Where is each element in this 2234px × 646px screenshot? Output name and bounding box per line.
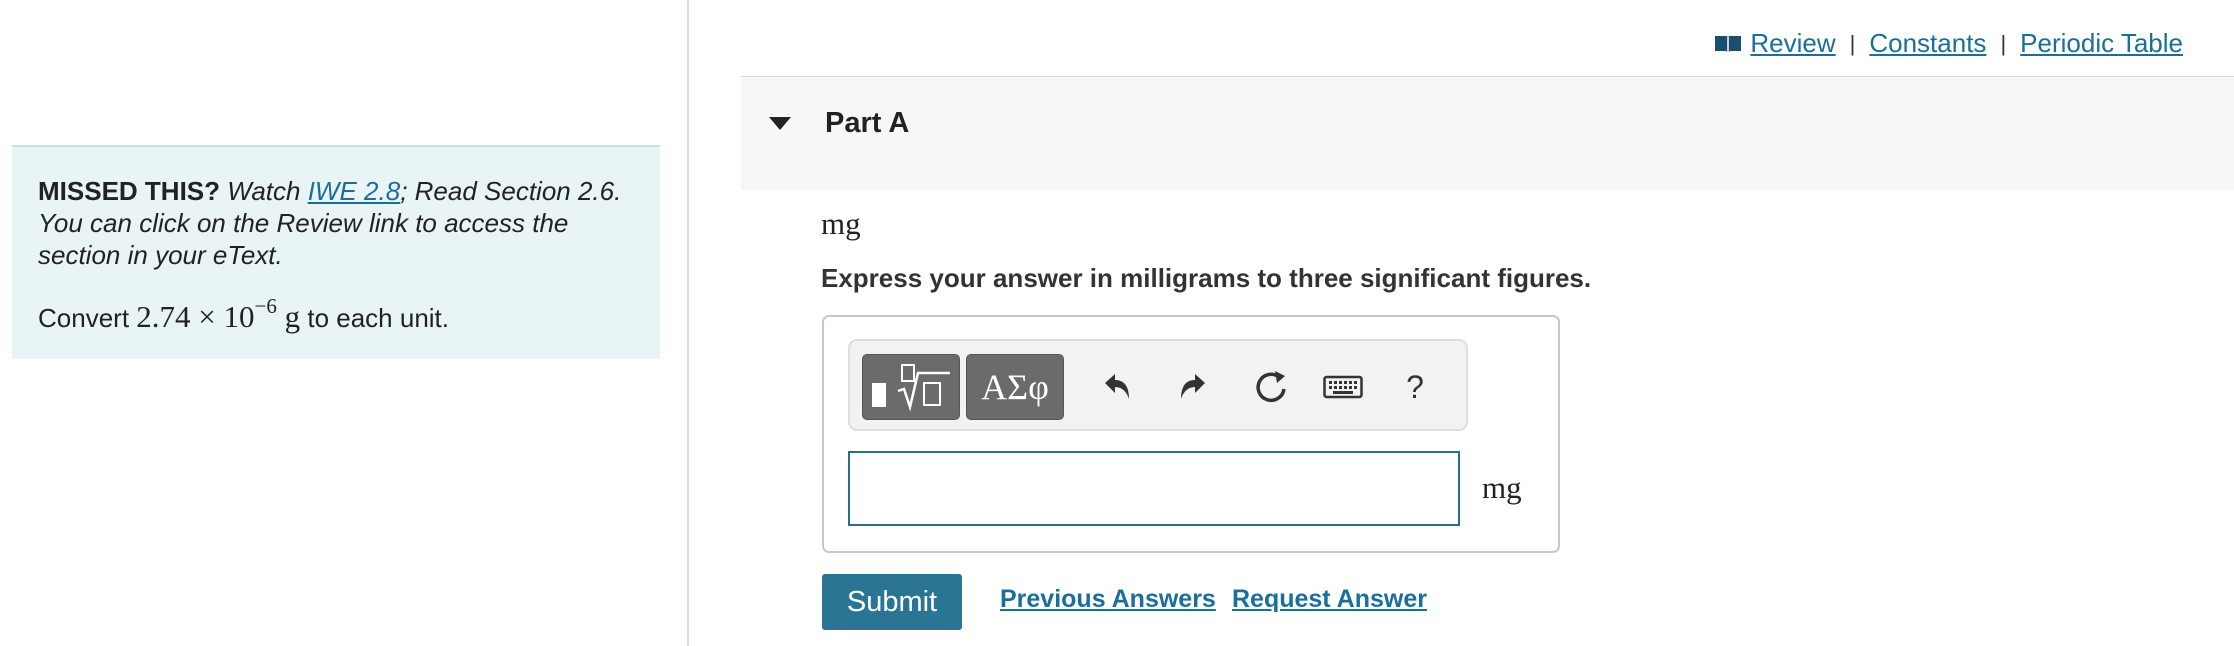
part-header[interactable]: Part A <box>741 77 2234 190</box>
math-toolbar: ΑΣφ ? <box>848 339 1468 431</box>
templates-icon <box>872 364 950 412</box>
request-answer-link[interactable]: Request Answer <box>1232 585 1427 614</box>
value-exponent: −6 <box>254 294 277 318</box>
hint-text: MISSED THIS? Watch IWE 2.8; Read Section… <box>38 175 634 271</box>
symbols-button[interactable]: ΑΣφ <box>966 354 1064 420</box>
hint-panel: MISSED THIS? Watch IWE 2.8; Read Section… <box>12 145 660 359</box>
templates-button[interactable] <box>862 354 960 420</box>
given-value: 2.74 × 10−6 g <box>136 294 301 334</box>
target-unit: mg <box>821 206 861 241</box>
redo-icon[interactable] <box>1166 354 1220 420</box>
watch-text: Watch <box>227 176 301 206</box>
convert-suffix: to each unit. <box>307 303 449 333</box>
link-separator: | <box>2000 30 2007 56</box>
answer-input[interactable] <box>848 451 1460 526</box>
undo-icon[interactable] <box>1090 354 1144 420</box>
reset-icon[interactable] <box>1244 354 1298 420</box>
constants-link[interactable]: Constants <box>1869 28 1986 59</box>
value-unit: g <box>284 299 301 334</box>
previous-answers-link[interactable]: Previous Answers <box>1000 585 1216 614</box>
problem-statement: Convert 2.74 × 10−6 g to each unit. <box>38 294 634 336</box>
review-link[interactable]: Review <box>1750 28 1835 59</box>
convert-prefix: Convert <box>38 303 130 333</box>
part-title: Part A <box>825 107 910 139</box>
book-icon <box>1715 35 1742 53</box>
help-button[interactable]: ? <box>1388 354 1442 420</box>
missed-label: MISSED THIS? <box>38 176 221 206</box>
submit-button[interactable]: Submit <box>822 574 962 630</box>
link-separator: | <box>1849 30 1856 56</box>
answer-instructions: Express your answer in milligrams to thr… <box>821 263 1592 293</box>
video-link[interactable]: IWE 2.8 <box>308 176 400 206</box>
answer-unit: mg <box>1482 470 1522 505</box>
keyboard-icon[interactable] <box>1316 354 1370 420</box>
collapse-caret-icon[interactable] <box>769 117 791 130</box>
resource-links: Review | Constants | Periodic Table <box>1714 28 2183 59</box>
periodic-table-link[interactable]: Periodic Table <box>2020 28 2183 59</box>
answer-box: ΑΣφ ? mg <box>822 315 1560 553</box>
value-mantissa: 2.74 × 10 <box>136 299 255 334</box>
column-divider <box>687 0 689 646</box>
